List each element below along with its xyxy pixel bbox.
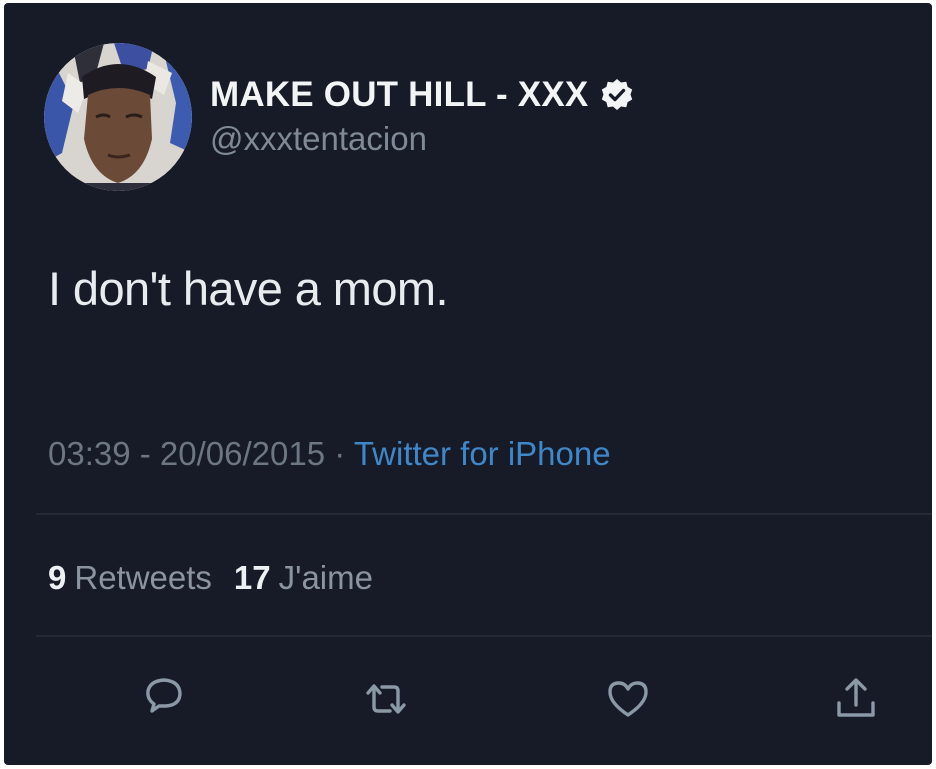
tweet-meta: 03:39 - 20/06/2015 · Twitter for iPhone [48, 435, 611, 473]
meta-separator: · [325, 435, 354, 472]
tweet-card: MAKE OUT HILL - XXX @xxxtentacion I don'… [4, 3, 932, 765]
likes-count[interactable]: 17 [234, 559, 271, 597]
retweets-label[interactable]: Retweets [74, 559, 212, 597]
retweet-icon [366, 684, 406, 714]
verified-badge-icon [602, 79, 633, 110]
like-button[interactable] [598, 669, 658, 729]
reply-button[interactable] [134, 669, 194, 729]
user-handle[interactable]: @xxxtentacion [210, 120, 427, 158]
divider [36, 513, 932, 515]
display-name-row[interactable]: MAKE OUT HILL - XXX [210, 73, 634, 117]
share-button[interactable] [826, 669, 886, 729]
heart-icon [608, 681, 648, 717]
avatar-image [44, 43, 192, 191]
retweet-button[interactable] [356, 669, 416, 729]
retweets-count[interactable]: 9 [48, 559, 66, 597]
likes-label[interactable]: J'aime [279, 559, 373, 597]
divider [36, 635, 932, 637]
display-name[interactable]: MAKE OUT HILL - XXX [210, 75, 588, 115]
avatar[interactable] [44, 43, 192, 191]
tweet-source-link[interactable]: Twitter for iPhone [354, 435, 611, 472]
action-bar [4, 669, 932, 729]
tweet-timestamp[interactable]: 03:39 - 20/06/2015 [48, 435, 325, 472]
share-icon [837, 678, 875, 717]
engagement-stats: 9 Retweets 17 J'aime [48, 559, 373, 597]
screenshot-frame: MAKE OUT HILL - XXX @xxxtentacion I don'… [0, 0, 936, 769]
tweet-text: I don't have a mom. [48, 262, 449, 315]
reply-icon [146, 678, 182, 713]
